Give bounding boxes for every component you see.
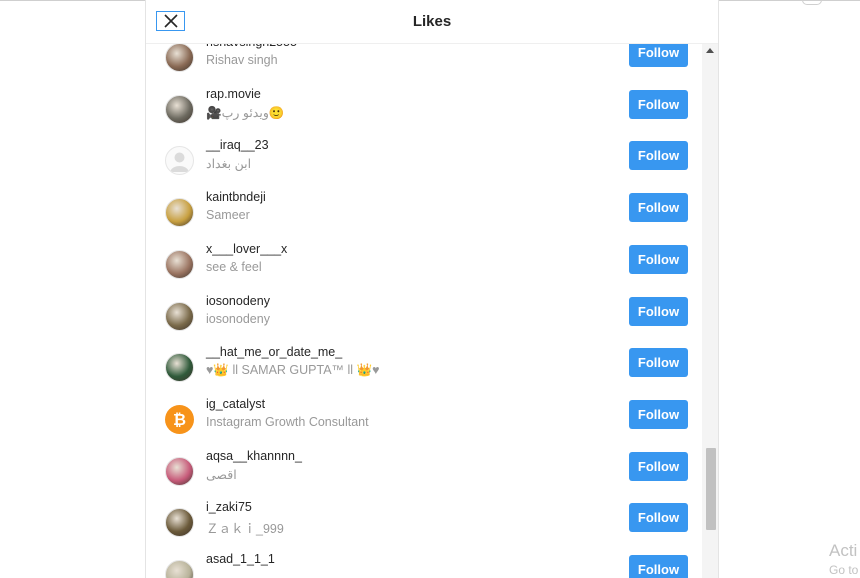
follow-button[interactable]: Follow xyxy=(629,193,688,223)
full-name: 🎥ويدئو رپ🙂 xyxy=(206,105,285,120)
username[interactable]: aqsa__khannnn_ xyxy=(206,449,302,463)
follow-button[interactable]: Follow xyxy=(629,244,688,274)
avatar[interactable] xyxy=(165,456,194,486)
scrollbar[interactable] xyxy=(702,44,718,578)
username[interactable]: x___lover___x xyxy=(206,242,287,256)
follow-button[interactable]: Follow xyxy=(629,399,688,429)
username[interactable]: rishavsingh2555 xyxy=(206,44,297,49)
avatar[interactable] xyxy=(165,249,194,279)
avatar[interactable] xyxy=(165,146,194,176)
username[interactable]: i_zaki75 xyxy=(206,500,252,514)
avatar[interactable] xyxy=(165,198,194,228)
username[interactable]: __hat_me_or_date_me_ xyxy=(206,345,342,359)
username[interactable]: asad_1_1_1 xyxy=(206,552,275,566)
list-item[interactable]: x___lover___xsee & feel Follow xyxy=(146,238,702,290)
default-user-icon xyxy=(170,152,189,173)
list-item[interactable]: asad_1_1_1 Follow xyxy=(146,548,702,578)
full-name: iosonodeny xyxy=(206,311,270,326)
list-item[interactable]: rishavsingh2555 Rishav singh Follow xyxy=(146,44,702,83)
likes-list[interactable]: rishavsingh2555Rishav singhFollowrap.mov… xyxy=(146,44,702,578)
username[interactable]: rap.movie xyxy=(206,87,261,101)
full-name: ابن بغداد xyxy=(206,157,252,172)
full-name: ♥👑 ll SAMAR GUPTA™ ll 👑♥ xyxy=(206,363,380,378)
list-item[interactable]: __iraq__23 ابن بغداد Follow xyxy=(146,134,702,186)
follow-button[interactable]: Follow xyxy=(629,348,688,378)
follow-button[interactable]: Follow xyxy=(629,555,688,578)
list-item[interactable]: ₿ ig_catalyst Instagram Growth Consultant F… xyxy=(146,393,702,445)
follow-button[interactable]: Follow xyxy=(629,89,688,119)
full-name: Rishav singh xyxy=(206,53,278,67)
full-name: Instagram Growth Consultant xyxy=(206,414,369,429)
avatar[interactable] xyxy=(165,301,194,331)
username[interactable]: __iraq__23 xyxy=(206,138,269,152)
likes-dialog: Likes rishavsingh2555Rishav singhFollowr… xyxy=(146,0,718,578)
list-item[interactable]: __hat_me_or_date_me_ ♥👑 ll SAMAR GUPTA™ l… xyxy=(146,341,702,393)
list-item[interactable]: i_zaki75 Ｚａｋｉ_999 Follow xyxy=(146,496,702,548)
full-name: Sameer xyxy=(206,208,250,223)
follow-button[interactable]: Follow xyxy=(629,503,688,533)
full-name: see & feel xyxy=(206,259,262,274)
glasses-icon xyxy=(802,0,822,5)
list-item[interactable]: aqsa__khannnn_ اقصی Follow xyxy=(146,445,702,497)
list-item[interactable]: kaintbndeji Sameer Follow xyxy=(146,186,702,238)
follow-button[interactable]: Follow xyxy=(629,451,688,481)
username[interactable]: kaintbndeji xyxy=(206,190,266,204)
follow-button[interactable]: Follow xyxy=(629,44,688,67)
avatar[interactable] xyxy=(165,94,194,124)
svg-text:₿: ₿ xyxy=(173,410,186,429)
bitcoin-icon[interactable]: ₿ xyxy=(165,404,194,434)
close-icon xyxy=(163,14,178,28)
avatar[interactable] xyxy=(165,353,194,383)
dialog-header: Likes xyxy=(146,0,718,44)
full-name: Ｚａｋｉ_999 xyxy=(206,522,284,537)
activate-windows-title: Acti xyxy=(829,541,858,560)
username[interactable]: ig_catalyst xyxy=(206,397,265,411)
dialog-title: Likes xyxy=(412,13,452,30)
scroll-thumb[interactable] xyxy=(706,448,716,530)
follow-button[interactable]: Follow xyxy=(629,296,688,326)
close-button[interactable] xyxy=(156,11,185,31)
list-item[interactable]: iosonodeny iosonodeny Follow xyxy=(146,290,702,342)
scroll-up-arrow-icon[interactable] xyxy=(706,48,714,53)
username[interactable]: iosonodeny xyxy=(206,294,270,308)
avatar[interactable] xyxy=(165,508,194,538)
full-name: اقصی xyxy=(206,467,237,482)
avatar[interactable] xyxy=(165,560,194,578)
activate-windows-subtitle: Go to xyxy=(829,563,859,577)
follow-button[interactable]: Follow xyxy=(629,141,688,171)
list-item[interactable]: rap.movie 🎥ويدئو رپ🙂 Follow xyxy=(146,83,702,135)
avatar[interactable] xyxy=(165,44,194,72)
